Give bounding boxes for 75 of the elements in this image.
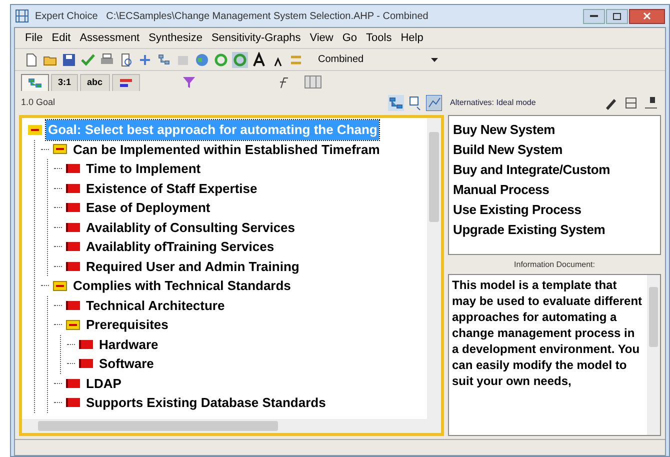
alternative-item[interactable]: Manual Process bbox=[453, 180, 656, 200]
menu-item[interactable]: Assessment bbox=[80, 30, 140, 46]
hierarchy-icon bbox=[28, 77, 42, 89]
view-tab[interactable]: abc bbox=[80, 74, 110, 91]
minimize-button[interactable] bbox=[583, 8, 605, 24]
leaf-node-icon bbox=[66, 378, 80, 388]
menu-item[interactable]: Synthesize bbox=[148, 30, 202, 46]
close-button[interactable] bbox=[629, 8, 665, 24]
leaf-node-icon bbox=[66, 164, 80, 174]
formula-icon[interactable] bbox=[278, 77, 290, 89]
alternative-item[interactable]: Upgrade Existing System bbox=[453, 220, 656, 240]
pane-header: 1.0 Goal bbox=[21, 96, 56, 110]
tree-node[interactable]: Supports Existing Database Standards bbox=[84, 393, 328, 412]
font-size-icon[interactable] bbox=[251, 52, 267, 68]
window-title: Expert Choice C:\ECSamples\Change Management System Selection.AHP - Combined bbox=[35, 10, 428, 24]
leaf-node-icon bbox=[66, 398, 80, 408]
leaf-node-icon bbox=[66, 242, 80, 252]
pane-header: Alternatives: Ideal mode bbox=[450, 97, 536, 109]
leaf-node-icon bbox=[66, 262, 80, 271]
alternative-item[interactable]: Use Existing Process bbox=[453, 200, 656, 220]
menu-item[interactable]: Tools bbox=[366, 30, 392, 46]
menu-item[interactable]: File bbox=[25, 30, 43, 46]
tree-node[interactable]: Prerequisites bbox=[84, 315, 170, 334]
maximize-button[interactable] bbox=[606, 8, 628, 24]
node-tree-icon[interactable] bbox=[156, 52, 172, 68]
menu-item[interactable]: Help bbox=[400, 30, 424, 46]
tree-node[interactable]: Software bbox=[97, 354, 156, 374]
tree-node[interactable]: Ease of Deployment bbox=[84, 198, 212, 218]
leaf-node-icon bbox=[79, 340, 93, 349]
save-icon[interactable] bbox=[61, 52, 77, 68]
information-text: This model is a template that may be used to evaluate different approaches for automating a change management process in a development environment. You can easily modify the model to suit your own needs, bbox=[451, 277, 644, 390]
funnel-icon[interactable] bbox=[182, 75, 196, 89]
view-tab[interactable] bbox=[112, 74, 140, 91]
vertical-scrollbar[interactable] bbox=[647, 275, 660, 435]
leaf-node-icon bbox=[79, 359, 93, 368]
vertical-scrollbar[interactable] bbox=[427, 118, 441, 419]
tree-node[interactable]: Availablity ofTraining Services bbox=[84, 237, 276, 256]
tree-node[interactable]: Can be Implemented within Established Timefram bbox=[71, 140, 382, 159]
dropdown-caret-icon bbox=[431, 58, 438, 62]
collapse-icon[interactable] bbox=[28, 124, 42, 135]
chart-icon[interactable] bbox=[426, 95, 442, 111]
information-document-label: Information Document: bbox=[513, 259, 596, 271]
tree-node[interactable]: Technical Architecture bbox=[84, 296, 227, 315]
leaf-node-icon bbox=[66, 222, 80, 232]
view-tab[interactable]: 3:1 bbox=[51, 74, 78, 91]
check-icon[interactable] bbox=[80, 52, 96, 68]
hierarchy-icon[interactable] bbox=[388, 95, 404, 111]
tree-node[interactable]: Complies with Technical Standards bbox=[71, 276, 293, 296]
alternative-item[interactable]: Buy New System bbox=[453, 120, 656, 140]
columns-icon[interactable] bbox=[304, 75, 322, 89]
tree-node[interactable]: Required User and Admin Training bbox=[84, 256, 302, 276]
leaf-node-icon bbox=[66, 184, 80, 193]
close-icon bbox=[643, 12, 651, 20]
menu-item[interactable]: View bbox=[310, 30, 334, 46]
menu-item[interactable]: Go bbox=[342, 30, 358, 46]
collapse-icon[interactable] bbox=[53, 280, 67, 291]
tree-node[interactable]: Availablity of Consulting Services bbox=[84, 218, 298, 237]
menu-item[interactable]: Edit bbox=[52, 30, 71, 46]
tree-node[interactable]: LDAP bbox=[84, 374, 124, 393]
layout-icon[interactable] bbox=[623, 95, 639, 111]
bar-chart-icon bbox=[118, 77, 133, 89]
leaf-node-icon bbox=[66, 300, 80, 310]
tree-node[interactable]: Hardware bbox=[97, 334, 160, 354]
tree-node[interactable]: Time to Implement bbox=[84, 159, 203, 178]
collapse-icon[interactable] bbox=[53, 144, 67, 154]
alternative-item[interactable]: Build New System bbox=[453, 140, 656, 160]
tree-node[interactable]: Existence of Staff Expertise bbox=[84, 178, 260, 198]
app-logo-icon bbox=[15, 9, 29, 23]
menu-item[interactable]: Sensitivity-Graphs bbox=[211, 30, 301, 46]
collapse-icon[interactable] bbox=[66, 320, 80, 330]
globe-icon[interactable] bbox=[194, 52, 210, 68]
horizontal-scrollbar[interactable] bbox=[22, 419, 441, 433]
view-tab[interactable] bbox=[21, 74, 49, 91]
leaf-node-icon bbox=[66, 203, 80, 212]
alternative-item[interactable]: Buy and Integrate/Custom bbox=[453, 160, 656, 180]
